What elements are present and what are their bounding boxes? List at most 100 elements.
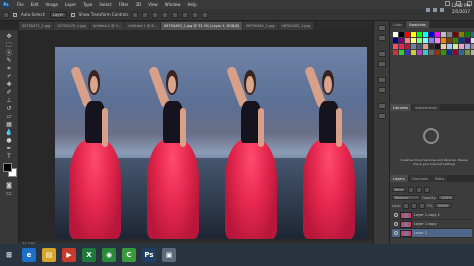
color-swatch[interactable] xyxy=(435,44,440,49)
minimize-icon[interactable] xyxy=(445,1,450,6)
menu-view[interactable]: View xyxy=(148,2,158,7)
color-swatch[interactable] xyxy=(459,32,464,37)
history-panel-icon[interactable] xyxy=(378,25,386,31)
color-swatch[interactable] xyxy=(447,38,452,43)
color-swatch[interactable] xyxy=(429,50,434,55)
color-swatch[interactable] xyxy=(399,38,404,43)
color-swatch[interactable] xyxy=(423,50,428,55)
color-swatch[interactable] xyxy=(405,50,410,55)
color-swatch[interactable] xyxy=(411,44,416,49)
menu-3d[interactable]: 3D xyxy=(136,2,142,7)
color-swatch[interactable] xyxy=(417,32,422,37)
color-swatch[interactable] xyxy=(417,50,422,55)
color-swatch[interactable] xyxy=(393,50,398,55)
lock-all-icon[interactable] xyxy=(419,202,426,209)
marquee-tool-icon[interactable]: ⬚ xyxy=(4,41,14,48)
color-swatch[interactable] xyxy=(399,32,404,37)
3d-mode-icon[interactable] xyxy=(202,11,209,18)
color-swatch[interactable] xyxy=(411,32,416,37)
color-swatch[interactable] xyxy=(411,50,416,55)
actions-panel-icon[interactable] xyxy=(378,103,386,109)
chrome-icon[interactable]: ◉ xyxy=(102,248,116,262)
blend-mode-select[interactable]: Normal xyxy=(392,195,420,200)
color-swatch[interactable] xyxy=(423,32,428,37)
doc-tab[interactable]: 05750470_1.jpg xyxy=(54,22,89,30)
eyedropper-tool-icon[interactable]: ⌿ xyxy=(4,73,14,80)
color-swatch[interactable] xyxy=(441,44,446,49)
color-swatch[interactable] xyxy=(447,32,452,37)
tab-paths[interactable]: Paths xyxy=(431,175,448,182)
color-swatch[interactable] xyxy=(417,38,422,43)
doc-tab[interactable]: Untitled-1 @ 6... xyxy=(125,22,160,30)
align-bottom-icon[interactable] xyxy=(152,11,159,18)
color-swatch[interactable] xyxy=(393,44,398,49)
color-swatch[interactable] xyxy=(393,32,398,37)
menu-edit[interactable]: Edit xyxy=(31,2,39,7)
quick-mask-icon[interactable]: ◙ xyxy=(4,182,14,189)
align-right-icon[interactable] xyxy=(182,11,189,18)
move-tool-icon[interactable]: ✥ xyxy=(4,33,14,40)
color-swatch[interactable] xyxy=(423,44,428,49)
color-swatch[interactable] xyxy=(459,50,464,55)
lock-position-icon[interactable] xyxy=(411,202,418,209)
pen-tool-icon[interactable]: ✒ xyxy=(4,145,14,152)
color-swatch[interactable] xyxy=(447,44,452,49)
media-icon[interactable]: ▶ xyxy=(62,248,76,262)
color-swatch[interactable] xyxy=(405,44,410,49)
folder-icon[interactable]: ▣ xyxy=(162,248,176,262)
distribute-icon[interactable] xyxy=(192,11,199,18)
menu-select[interactable]: Select xyxy=(99,2,111,7)
layer-row[interactable]: Layer 1 copy xyxy=(392,220,472,229)
brush-presets-panel-icon[interactable] xyxy=(378,87,386,93)
color-swatch[interactable] xyxy=(465,50,470,55)
volume-icon[interactable] xyxy=(433,8,437,12)
move-tool-preset-icon[interactable] xyxy=(3,11,9,18)
visibility-eye-icon[interactable] xyxy=(394,222,398,226)
color-swatch[interactable] xyxy=(441,38,446,43)
doc-tab[interactable]: Untitled-1 @ 3... xyxy=(89,22,125,30)
quick-select-tool-icon[interactable]: ✎ xyxy=(4,57,14,64)
auto-select-checkbox[interactable] xyxy=(13,12,17,17)
align-left-icon[interactable] xyxy=(162,11,169,18)
info-panel-icon[interactable] xyxy=(378,113,386,119)
flag-icon[interactable] xyxy=(440,8,444,12)
doc-tab[interactable]: 06750491_1.jpg xyxy=(243,22,278,30)
properties-panel-icon[interactable] xyxy=(378,35,386,41)
windows-start-icon[interactable]: ⊞ xyxy=(2,248,16,262)
menu-image[interactable]: Image xyxy=(45,2,58,7)
tab-color[interactable]: Color xyxy=(390,21,406,28)
dodge-tool-icon[interactable]: ● xyxy=(4,137,14,144)
filter-type-icon[interactable] xyxy=(423,186,430,193)
color-swatch[interactable] xyxy=(453,38,458,43)
color-swatch[interactable] xyxy=(435,38,440,43)
color-swatch[interactable] xyxy=(429,38,434,43)
history-brush-tool-icon[interactable]: ↺ xyxy=(4,105,14,112)
color-swatch[interactable] xyxy=(435,32,440,37)
brush-panel-icon[interactable] xyxy=(378,77,386,83)
color-swatch[interactable] xyxy=(453,50,458,55)
blur-tool-icon[interactable]: 💧 xyxy=(4,129,14,136)
color-swatch[interactable] xyxy=(459,38,464,43)
color-swatch[interactable] xyxy=(453,44,458,49)
eraser-tool-icon[interactable]: ▱ xyxy=(4,113,14,120)
lasso-tool-icon[interactable]: ⓞ xyxy=(4,49,14,57)
character-panel-icon[interactable] xyxy=(378,51,386,57)
color-swatch[interactable] xyxy=(441,50,446,55)
gradient-tool-icon[interactable]: ▦ xyxy=(4,121,14,128)
doc-tab[interactable]: 06750492_1.jpg xyxy=(278,22,313,30)
color-swatch[interactable] xyxy=(459,44,464,49)
fill-field[interactable]: 100% xyxy=(435,203,452,208)
visibility-eye-icon[interactable] xyxy=(394,213,398,217)
menu-filter[interactable]: Filter xyxy=(119,2,129,7)
type-tool-icon[interactable]: T xyxy=(4,153,14,160)
clone-stamp-tool-icon[interactable]: ⊥ xyxy=(4,97,14,104)
screen-mode-icon[interactable]: ▭ xyxy=(4,190,14,197)
color-swatch[interactable] xyxy=(429,44,434,49)
color-swatch[interactable] xyxy=(405,32,410,37)
doc-tab[interactable]: 05750471_1.jpg xyxy=(19,22,54,30)
photoshop-icon[interactable]: Ps xyxy=(142,248,156,262)
color-swatch[interactable] xyxy=(411,38,416,43)
tab-swatches[interactable]: Swatches xyxy=(406,21,429,28)
menu-help[interactable]: Help xyxy=(187,2,196,7)
camtasia-icon[interactable]: C xyxy=(122,248,136,262)
